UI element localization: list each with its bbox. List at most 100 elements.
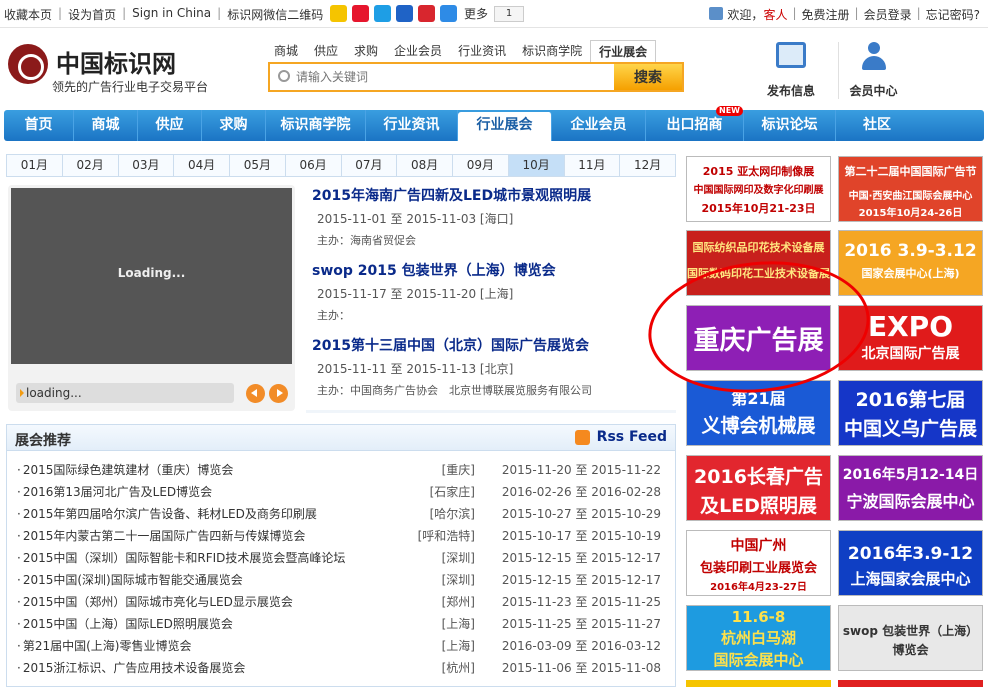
member-center-label: 会员中心 (849, 84, 898, 98)
exhibition-city: [石家庄] (429, 485, 475, 499)
exhibition-link[interactable]: 2016第13届河北广告及LED博览会 (17, 481, 212, 503)
nav-home[interactable]: 首页 (4, 110, 74, 141)
exhibition-link[interactable]: 2015国际绿色建筑建材（重庆）博览会 (17, 459, 234, 481)
nav-exhibitions[interactable]: 行业展会 (458, 112, 552, 141)
banner-ad[interactable]: 中国广州 包装印刷工业展览会 2016年4月23-27日 (686, 530, 831, 596)
qzone-share-icon[interactable] (330, 5, 347, 22)
monitor-icon (776, 42, 806, 68)
banner-ad[interactable]: 2016年5月12-14日 宁波国际会展中心 (838, 455, 983, 521)
search-tab-academy[interactable]: 标识商学院 (514, 40, 590, 62)
forgot-password-link[interactable]: 忘记密码? (926, 6, 980, 23)
user-icon (709, 7, 724, 20)
month-tab[interactable]: 07月 (341, 155, 398, 176)
banner-ad-text: 2015年10月21-23日 (701, 202, 816, 215)
sign-in-china-link[interactable]: Sign in China (132, 6, 211, 23)
weibo-share-icon[interactable] (352, 5, 369, 22)
search-tab-mall[interactable]: 商城 (266, 40, 306, 62)
month-tab[interactable]: 11月 (564, 155, 621, 176)
recommended-list: 2015国际绿色建筑建材（重庆）博览会 [重庆] 2015-11-20 至 2015… (7, 451, 675, 679)
nav-mall[interactable]: 商城 (74, 110, 138, 141)
slideshow: Loading... loading... (8, 185, 295, 411)
banner-ad[interactable]: 第二十二届中国国际广告节 中国·西安曲江国际会展中心 2015年10月24-26日 (838, 156, 983, 222)
banner-ad[interactable]: 2016第七届 中国义乌广告展 (838, 380, 983, 446)
search-tab-news[interactable]: 行业资讯 (450, 40, 514, 62)
nav-purchase[interactable]: 求购 (202, 110, 266, 141)
banner-ad-partial[interactable] (838, 680, 983, 687)
site-name: 中国标识网 (56, 49, 176, 78)
search-tab-supply[interactable]: 供应 (306, 40, 346, 62)
exhibition-link[interactable]: 2015年第四届哈尔滨广告设备、耗材LED及商务印刷展 (17, 503, 317, 525)
month-tab[interactable]: 02月 (62, 155, 119, 176)
banner-ad[interactable]: 2015 亚太网印制像展 中国国际网印及数字化印刷展 2015年10月21-23日 (686, 156, 831, 222)
exhibition-link[interactable]: 2015浙江标识、广告应用技术设备展览会 (17, 657, 246, 679)
member-center-button[interactable]: 会员中心 (838, 42, 908, 99)
nav-academy[interactable]: 标识商学院 (266, 110, 366, 141)
welcome-text: 欢迎， (727, 8, 764, 22)
slide-caption[interactable]: loading... (16, 383, 234, 403)
nav-supply[interactable]: 供应 (138, 110, 202, 141)
register-link[interactable]: 免费注册 (802, 6, 850, 23)
month-tab[interactable]: 09月 (453, 155, 509, 176)
exhibition-date: 2015-10-17 至 2015-10-19 (501, 529, 661, 543)
publish-info-button[interactable]: 发布信息 (756, 42, 826, 99)
banner-ad[interactable]: 11.6-8 杭州白马湖 国际会展中心 (686, 605, 831, 671)
rss-feed-link[interactable]: Rss Feed (574, 429, 667, 445)
search-input[interactable] (296, 64, 616, 90)
search-tab-purchase[interactable]: 求购 (346, 40, 386, 62)
month-tab[interactable]: 06月 (285, 155, 342, 176)
logo-mark-icon (8, 44, 48, 84)
rss-feed-label: Rss Feed (596, 429, 667, 445)
banner-ad[interactable]: swop 包装世界（上海） 博览会 (838, 605, 983, 671)
banner-ad[interactable]: 2016年3.9-12 上海国家会展中心 (838, 530, 983, 596)
exhibition-link[interactable]: 2015中国（深圳）国际智能卡和RFID技术展览会暨高峰论坛 (17, 547, 346, 569)
banner-ad-text: 国际会展中心 (713, 651, 804, 669)
new-badge: NEW (716, 106, 743, 116)
search-button[interactable]: 搜索 (614, 64, 682, 90)
exhibition-link[interactable]: 2015中国(深圳)国际城市智能交通展览会 (17, 569, 243, 591)
nav-community[interactable]: 社区 (836, 110, 918, 141)
prev-arrow-icon[interactable] (246, 384, 265, 403)
month-tab[interactable]: 01月 (7, 155, 63, 176)
banner-ad[interactable]: 2016 3.9-3.12 国家会展中心(上海) (838, 230, 983, 296)
next-arrow-icon[interactable] (269, 384, 288, 403)
more-share-icon[interactable] (440, 5, 457, 22)
exhibition-date: 2015-11-25 至 2015-11-27 (501, 617, 661, 631)
nav-forum[interactable]: 标识论坛 (744, 110, 836, 141)
month-tab[interactable]: 08月 (397, 155, 453, 176)
search-tab-members[interactable]: 企业会员 (386, 40, 450, 62)
bookmark-link[interactable]: 收藏本页 (4, 6, 52, 23)
exhibition-city: [深圳] (441, 551, 475, 565)
month-tab-active[interactable]: 10月 (508, 155, 565, 176)
banner-ad-text: 包装印刷工业展览会 (699, 561, 817, 576)
banner-ad-text: 博览会 (892, 643, 929, 657)
tencent-weibo-share-icon[interactable] (374, 5, 391, 22)
nav-news[interactable]: 行业资讯 (366, 110, 458, 141)
more-share-label[interactable]: 更多 (464, 5, 488, 22)
month-tab[interactable]: 05月 (230, 155, 286, 176)
exhibition-date: 2015-10-27 至 2015-10-29 (501, 507, 661, 521)
slide-image[interactable]: Loading... (11, 188, 292, 364)
list-item: 2015浙江标识、广告应用技术设备展览会 [杭州] 2015-11-06 至 201… (7, 657, 675, 679)
exhibition-link[interactable]: 第21届中国(上海)零售业博览会 (17, 635, 192, 657)
nav-export[interactable]: 出口招商 NEW (646, 106, 744, 141)
exhibition-link[interactable]: 2015年内蒙古第二十一届国际广告四新与传媒博览会 (17, 525, 306, 547)
renren-share-icon[interactable] (396, 5, 413, 22)
login-link[interactable]: 会员登录 (864, 6, 912, 23)
featured-title[interactable]: swop 2015 包装世界（上海）博览会 (306, 259, 676, 283)
nav-export-label: 出口招商 (666, 117, 723, 133)
kaixin-share-icon[interactable] (418, 5, 435, 22)
set-homepage-link[interactable]: 设为首页 (68, 6, 116, 23)
month-tab[interactable]: 03月 (118, 155, 175, 176)
wechat-qrcode-link[interactable]: 标识网微信二维码 (227, 6, 323, 23)
featured-title[interactable]: 2015第十三届中国（北京）国际广告展览会 (306, 334, 676, 358)
featured-title[interactable]: 2015年海南广告四新及LED城市景观照明展 (306, 184, 676, 208)
exhibition-link[interactable]: 2015中国（郑州）国际城市亮化与LED显示展览会 (17, 591, 293, 613)
search-tab-exhibitions[interactable]: 行业展会 (590, 40, 657, 62)
month-tab[interactable]: 04月 (174, 155, 230, 176)
nav-members[interactable]: 企业会员 (552, 110, 646, 141)
exhibition-city: [深圳] (441, 573, 475, 587)
banner-ad-partial[interactable] (686, 680, 831, 687)
month-tab[interactable]: 12月 (620, 155, 675, 176)
exhibition-link[interactable]: 2015中国（上海）国际LED照明展览会 (17, 613, 233, 635)
banner-ad[interactable]: 2016长春广告 及LED照明展 (686, 455, 831, 521)
